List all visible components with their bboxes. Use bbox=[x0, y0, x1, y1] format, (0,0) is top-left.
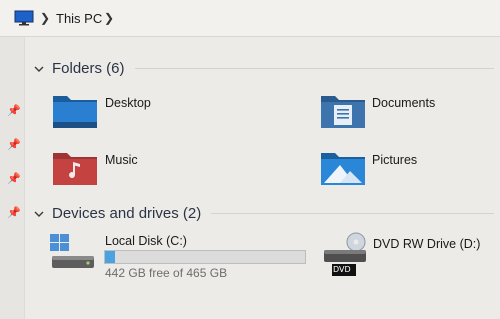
this-pc-icon bbox=[14, 10, 34, 26]
breadcrumb-this-pc[interactable]: This PC bbox=[56, 11, 102, 26]
pin-icon[interactable]: 📌 bbox=[7, 206, 21, 219]
desktop-folder-icon bbox=[53, 96, 97, 128]
documents-folder-icon bbox=[321, 96, 365, 128]
folder-desktop[interactable]: Desktop bbox=[52, 92, 202, 132]
devices-group-header[interactable]: Devices and drives (2) bbox=[34, 205, 494, 222]
group-divider bbox=[211, 213, 494, 214]
drive-free-space: 442 GB free of 465 GB bbox=[105, 266, 228, 280]
folders-group-header[interactable]: Folders (6) bbox=[34, 60, 494, 77]
folders-group-title: Folders (6) bbox=[52, 60, 125, 77]
folder-pictures[interactable]: Pictures bbox=[320, 149, 480, 189]
music-folder-icon bbox=[53, 153, 97, 185]
drive-label: Local Disk (C:) bbox=[105, 234, 187, 248]
pictures-folder-icon bbox=[321, 153, 365, 185]
address-bar[interactable]: ❯ This PC ❯ bbox=[0, 0, 500, 37]
folder-label: Documents bbox=[372, 96, 436, 110]
folder-label: Pictures bbox=[372, 153, 418, 167]
breadcrumb-chevron-icon[interactable]: ❯ bbox=[104, 11, 114, 25]
dvd-badge: DVD bbox=[333, 265, 351, 274]
drive-dvd-d[interactable]: DVD DVD RW Drive (D:) bbox=[322, 232, 492, 280]
drive-usage-bar bbox=[104, 250, 306, 264]
pin-icon[interactable]: 📌 bbox=[7, 172, 21, 185]
chevron-down-icon[interactable] bbox=[34, 209, 44, 219]
chevron-down-icon[interactable] bbox=[34, 64, 44, 74]
folder-label: Desktop bbox=[105, 96, 151, 110]
group-divider bbox=[134, 68, 494, 69]
drive-label: DVD RW Drive (D:) bbox=[373, 237, 481, 251]
devices-group-title: Devices and drives (2) bbox=[52, 205, 202, 222]
breadcrumb-chevron-icon[interactable]: ❯ bbox=[40, 11, 50, 25]
pin-icon[interactable]: 📌 bbox=[7, 104, 21, 117]
folder-documents[interactable]: Documents bbox=[320, 92, 480, 132]
drive-usage-fill bbox=[105, 251, 115, 263]
pin-icon[interactable]: 📌 bbox=[7, 138, 21, 151]
hard-disk-icon bbox=[50, 234, 94, 268]
folder-label: Music bbox=[105, 153, 138, 167]
navigation-pane: 📌 📌 📌 📌 bbox=[0, 37, 25, 319]
folder-music[interactable]: Music bbox=[52, 149, 202, 189]
